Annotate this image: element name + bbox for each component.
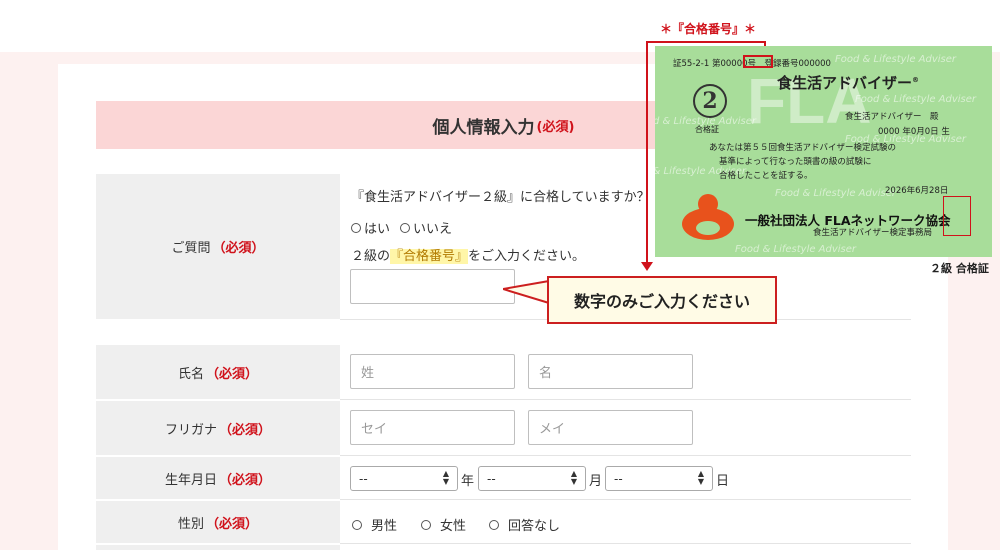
- birth-day-value: --: [614, 471, 623, 486]
- radio-no[interactable]: いいえ: [400, 218, 452, 237]
- certificate-date: 2026年6月28日: [885, 186, 949, 196]
- radio-male-label: 男性: [371, 519, 398, 534]
- gender-label: 性別 （必須）: [96, 501, 340, 543]
- gender-required: （必須）: [206, 516, 259, 532]
- recipient: 食生活アドバイザー 殿: [845, 112, 939, 122]
- grade-label: 合格証: [695, 125, 719, 134]
- pass-number-highlight-box: [743, 55, 773, 68]
- last-name-input[interactable]: 姓: [350, 354, 515, 389]
- first-name-kana-input[interactable]: メイ: [528, 410, 693, 445]
- row-divider: [340, 455, 911, 456]
- birthdate-label: 生年月日 （必須）: [96, 457, 340, 499]
- annotation-line-left: [646, 41, 648, 264]
- day-unit: 日: [716, 474, 730, 489]
- grade-emblem: 2: [693, 84, 727, 118]
- certificate-body-1: あなたは第５５回食生活アドバイザー検定試験の: [709, 143, 897, 153]
- certificate-body-3: 合格したことを証する。: [719, 171, 813, 181]
- watermark-text: Food & Lifestyle Adviser: [855, 94, 977, 105]
- gender-label-text: 性別: [177, 516, 204, 532]
- name-required: （必須）: [206, 366, 259, 382]
- instruction-after: をご入力ください。: [468, 249, 586, 264]
- question-prompt: 『食生活アドバイザー２級』に合格していますか？: [351, 190, 650, 205]
- instruction-before: ２級の: [351, 249, 391, 264]
- radio-female[interactable]: 女性: [421, 515, 466, 534]
- radio-no-circle[interactable]: [400, 222, 410, 233]
- furigana-required: （必須）: [219, 422, 272, 438]
- certificate-annotation: ＊『合格番号』＊: [660, 22, 757, 36]
- birth-year-select[interactable]: -- ▲ ▼: [350, 466, 458, 491]
- radio-no-answer-label: 回答なし: [508, 519, 561, 534]
- radio-female-circle[interactable]: [421, 519, 431, 530]
- section-required: (必須): [536, 119, 575, 135]
- organization-sub: 食生活アドバイザー検定事務局: [813, 228, 933, 238]
- registered-mark: ®: [912, 76, 920, 84]
- chevron-updown-icon: ▲ ▼: [442, 469, 449, 486]
- fla-logo-icon: [682, 194, 734, 240]
- row-divider: [340, 499, 911, 500]
- radio-male[interactable]: 男性: [352, 515, 397, 534]
- radio-female-label: 女性: [440, 519, 467, 534]
- row-divider: [340, 543, 911, 544]
- question-instruction: ２級の『合格番号』をご入力ください。: [351, 245, 585, 264]
- top-strip: [0, 0, 1000, 52]
- birth-year-value: --: [359, 471, 368, 486]
- furigana-label-text: フリガナ: [164, 422, 217, 438]
- next-row-label: [96, 545, 340, 550]
- certificate-image: Food & Lifestyle Adviser Food & Lifestyl…: [655, 46, 992, 257]
- watermark-text: Food & Lifestyle Adviser: [735, 244, 857, 255]
- year-unit: 年: [461, 474, 475, 489]
- question-label: ご質問 （必須）: [96, 174, 340, 319]
- chevron-updown-icon: ▲ ▼: [697, 469, 704, 486]
- last-name-kana-input[interactable]: セイ: [350, 410, 515, 445]
- question-required: （必須）: [212, 241, 265, 256]
- radio-no-answer[interactable]: 回答なし: [489, 515, 560, 534]
- birth-date: 0000 年0月0日 生: [878, 127, 950, 137]
- month-unit: 月: [589, 474, 603, 489]
- certificate-caption: ２級 合格証: [930, 262, 989, 275]
- pass-number-input[interactable]: [350, 269, 515, 304]
- callout-pointer: [503, 279, 551, 305]
- radio-male-circle[interactable]: [352, 519, 362, 530]
- certificate-title-text: 食生活アドバイザー: [777, 74, 913, 92]
- annotation-line-top: [646, 41, 765, 43]
- radio-yes[interactable]: はい: [351, 218, 390, 237]
- row-divider: [340, 399, 911, 400]
- section-title: 個人情報入力: [432, 117, 535, 138]
- birthdate-label-text: 生年月日: [164, 472, 217, 488]
- radio-yes-circle[interactable]: [351, 222, 361, 233]
- numbers-only-callout: 数字のみご入力ください: [547, 276, 777, 324]
- name-label-text: 氏名: [177, 366, 204, 382]
- birth-day-select[interactable]: -- ▲ ▼: [605, 466, 713, 491]
- question-label-text: ご質問: [171, 241, 211, 256]
- annotation-arrow-icon: [641, 262, 653, 271]
- birthdate-required: （必須）: [219, 472, 272, 488]
- name-label: 氏名 （必須）: [96, 345, 340, 399]
- certificate-body-2: 基準によって行なった頭書の級の試験に: [719, 157, 872, 167]
- birth-month-value: --: [487, 471, 496, 486]
- radio-yes-label: はい: [364, 222, 391, 237]
- instruction-highlight: 『合格番号』: [390, 249, 469, 264]
- radio-no-answer-circle[interactable]: [489, 519, 499, 530]
- red-seal-icon: [943, 196, 971, 236]
- chevron-updown-icon: ▲ ▼: [570, 469, 577, 486]
- radio-no-label: いいえ: [413, 222, 453, 237]
- watermark-text: Food & Lifestyle Adviser: [775, 188, 897, 199]
- first-name-input[interactable]: 名: [528, 354, 693, 389]
- certificate-title: 食生活アドバイザー®: [777, 72, 919, 93]
- furigana-label: フリガナ （必須）: [96, 401, 340, 455]
- birth-month-select[interactable]: -- ▲ ▼: [478, 466, 586, 491]
